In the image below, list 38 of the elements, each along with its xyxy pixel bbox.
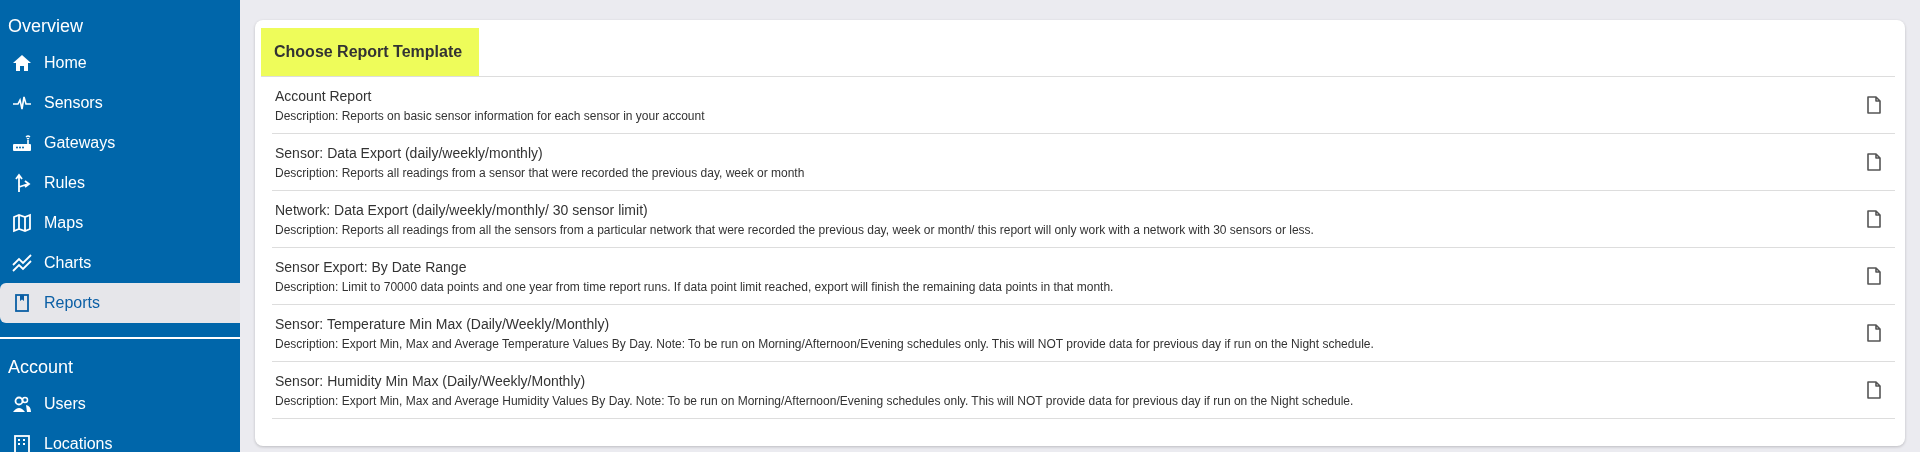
document-icon[interactable] — [1867, 96, 1881, 114]
sidebar-item[interactable]: Rules — [0, 163, 240, 203]
report-description: Description: Reports all readings from a sensor that were recorded the previous day, week or month — [275, 165, 805, 180]
map-icon — [12, 213, 32, 233]
router-icon — [12, 133, 32, 153]
section-heading: Account — [8, 357, 74, 378]
document-icon[interactable] — [1867, 153, 1881, 171]
report-name[interactable]: Sensor: Temperature Min Max (Daily/Weekly/Monthly) — [275, 315, 610, 332]
sidebar-item[interactable]: Gateways — [0, 123, 240, 163]
report-description: Description: Reports on basic sensor information for each sensor in your account — [275, 108, 705, 123]
bookmark-book-icon — [12, 293, 32, 313]
users-icon — [12, 394, 32, 414]
sidebar-item[interactable]: Charts — [0, 243, 240, 283]
sidebar-item[interactable]: Home — [0, 43, 240, 83]
report-name[interactable]: Account Report — [275, 87, 372, 104]
sidebar-item[interactable]: Users — [0, 384, 240, 424]
report-description: Description: Export Min, Max and Average Humidity Values By Day. Note: To be run on Morning/Afternoon/Evening schedules only. This will NOT provide data for previous day if run on the Night schedule. — [275, 393, 1354, 408]
fork-arrow-icon — [12, 173, 32, 193]
report-description: Description: Reports all readings from all the sensors from a particular network that were recorded the previous day, week or month/ this report will only work with a network with 30 sensors or less. — [275, 222, 1314, 237]
home-icon — [12, 53, 32, 73]
sidebar-item[interactable]: Locations — [0, 424, 240, 452]
chart-line-icon — [12, 253, 32, 273]
sidebar-item[interactable]: Sensors — [0, 83, 240, 123]
report-description: Description: Export Min, Max and Average Temperature Values By Day. Note: To be run on Morning/Afternoon/Evening schedules only. This will NOT provide data for previous day if run on the Night schedule. — [275, 336, 1374, 351]
document-icon[interactable] — [1867, 381, 1881, 399]
document-icon[interactable] — [1867, 324, 1881, 342]
building-icon — [12, 434, 32, 452]
report-description: Description: Limit to 70000 data points and one year from time report runs. If data point limit reached, export will finish the remaining data points in that month. — [275, 279, 1114, 294]
report-name[interactable]: Sensor: Humidity Min Max (Daily/Weekly/Monthly) — [275, 372, 586, 389]
document-icon[interactable] — [1867, 267, 1881, 285]
report-name[interactable]: Network: Data Export (daily/weekly/monthly/ 30 sensor limit) — [275, 201, 648, 218]
document-icon[interactable] — [1867, 210, 1881, 228]
sidebar-item[interactable]: Reports — [0, 283, 240, 323]
report-name[interactable]: Sensor Export: By Date Range — [275, 258, 467, 275]
card-title: Choose Report Template — [261, 28, 480, 76]
sidebar-item[interactable]: Maps — [0, 203, 240, 243]
section-heading: Overview — [8, 16, 83, 37]
report-name[interactable]: Sensor: Data Export (daily/weekly/monthly) — [275, 144, 543, 161]
